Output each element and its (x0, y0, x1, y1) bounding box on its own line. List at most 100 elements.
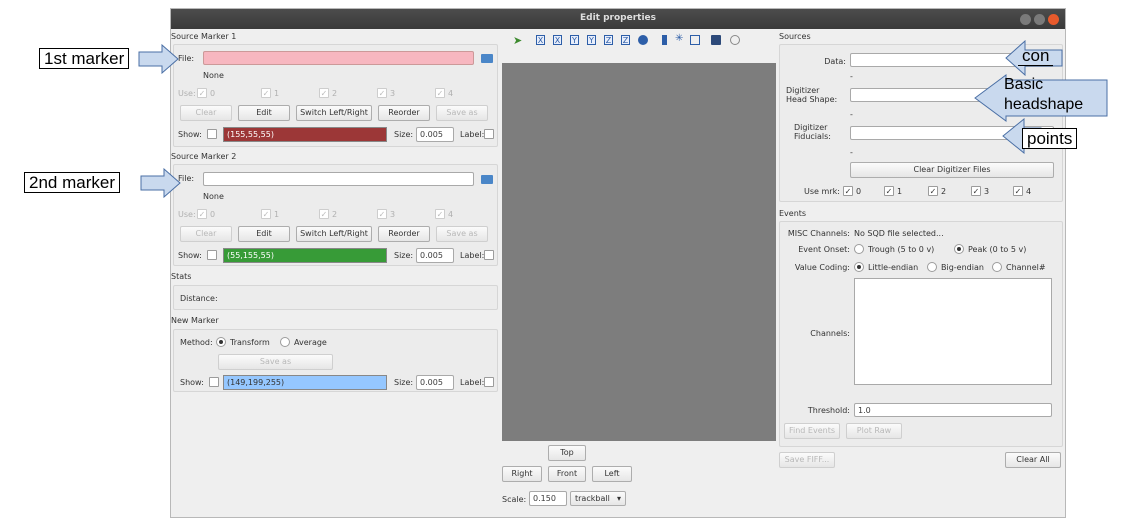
use-mrk-1-checkbox[interactable]: ✓ (884, 186, 894, 196)
marker-1-file-input[interactable] (203, 51, 474, 65)
trough-radio[interactable] (854, 244, 864, 254)
use-mrk-2-label: 2 (941, 187, 947, 196)
scale-label: Scale: (502, 495, 527, 504)
channels-textarea[interactable] (854, 278, 1052, 385)
use-mrk-0-checkbox[interactable]: ✓ (843, 186, 853, 196)
full-screen-icon[interactable] (690, 35, 700, 45)
use-0-label: 0 (210, 89, 216, 98)
new-marker-size-input[interactable]: 0.005 (416, 375, 454, 390)
annotation-con: con (1018, 46, 1054, 66)
misc-channels-value: No SQD file selected... (854, 229, 944, 238)
arrow-first-marker (138, 44, 179, 74)
use-0-checkbox[interactable]: ✓ (197, 209, 207, 219)
big-endian-radio[interactable] (927, 262, 937, 272)
z-plus-view-icon[interactable]: Z (604, 35, 613, 45)
marker-2-reorder-button[interactable]: Reorder (378, 226, 430, 242)
clear-all-button[interactable]: Clear All (1005, 452, 1061, 468)
marker-2-save-as-button[interactable]: Save as (436, 226, 488, 242)
new-marker-save-as-button[interactable]: Save as (218, 354, 333, 370)
use-1-checkbox[interactable]: ✓ (261, 88, 271, 98)
plot-raw-button[interactable]: Plot Raw (846, 423, 902, 439)
minimize-button[interactable] (1020, 14, 1031, 25)
marker-1-edit-button[interactable]: Edit (238, 105, 290, 121)
transform-radio[interactable] (216, 337, 226, 347)
marker-1-save-as-button[interactable]: Save as (436, 105, 488, 121)
interaction-mode-select[interactable]: trackball ▾ (570, 491, 626, 506)
use-mrk-2-checkbox[interactable]: ✓ (928, 186, 938, 196)
head-shape-label-2: Head Shape: (786, 95, 838, 104)
label-label: Label: (460, 378, 485, 387)
z-minus-view-icon[interactable]: Z (621, 35, 630, 45)
marker-1-clear-button[interactable]: Clear (180, 105, 232, 121)
marker-2-color-button[interactable]: (55,155,55) (223, 248, 387, 263)
use-2-checkbox[interactable]: ✓ (319, 209, 329, 219)
use-mrk-1-label: 1 (897, 187, 903, 196)
new-marker-label-checkbox[interactable] (484, 377, 494, 387)
configure-icon[interactable] (730, 35, 740, 45)
average-label: Average (294, 338, 327, 347)
use-mrk-4-checkbox[interactable]: ✓ (1013, 186, 1023, 196)
use-mrk-3-checkbox[interactable]: ✓ (971, 186, 981, 196)
marker-2-size-input[interactable]: 0.005 (416, 248, 454, 263)
new-marker-group: Method: Transform Average Save as Show: … (173, 329, 498, 392)
average-radio[interactable] (280, 337, 290, 347)
right-view-button[interactable]: Right (502, 466, 542, 482)
use-1-checkbox[interactable]: ✓ (261, 209, 271, 219)
isometric-view-icon[interactable] (638, 35, 648, 45)
marker-1-reorder-button[interactable]: Reorder (378, 105, 430, 121)
screenshot: Edit properties Source Marker 1 File: No… (0, 0, 1124, 526)
head-shape-label-1: Digitizer (786, 86, 820, 95)
find-events-button[interactable]: Find Events (784, 423, 840, 439)
use-2-label: 2 (332, 210, 338, 219)
use-3-checkbox[interactable]: ✓ (377, 209, 387, 219)
marker-1-switch-button[interactable]: Switch Left/Right (296, 105, 372, 121)
3d-viewport[interactable] (502, 63, 776, 441)
marker-2-switch-button[interactable]: Switch Left/Right (296, 226, 372, 242)
marker-2-clear-button[interactable]: Clear (180, 226, 232, 242)
pointer-icon[interactable]: ➤ (513, 34, 522, 47)
save-icon[interactable] (711, 35, 721, 45)
marker-1-size-input[interactable]: 0.005 (416, 127, 454, 142)
marker-1-color-button[interactable]: (155,55,55) (223, 127, 387, 142)
source-marker-1-group: File: None Use: ✓ 0 ✓ 1 ✓ 2 ✓ 3 ✓ 4 Clea… (173, 44, 498, 147)
x-plus-view-icon[interactable]: X (536, 35, 545, 45)
top-view-button[interactable]: Top (548, 445, 586, 461)
little-endian-radio[interactable] (854, 262, 864, 272)
folder-icon[interactable] (481, 54, 493, 63)
close-button[interactable] (1048, 14, 1059, 25)
maximize-button[interactable] (1034, 14, 1045, 25)
channel-radio[interactable] (992, 262, 1002, 272)
marker-1-label-checkbox[interactable] (484, 129, 494, 139)
use-2-checkbox[interactable]: ✓ (319, 88, 329, 98)
peak-radio[interactable] (954, 244, 964, 254)
fiducials-label-2: Fiducials: (794, 132, 831, 141)
marker-2-file-input[interactable] (203, 172, 474, 186)
use-4-checkbox[interactable]: ✓ (435, 209, 445, 219)
new-marker-color-button[interactable]: (149,199,255) (223, 375, 387, 390)
save-fiff-button[interactable]: Save FIFF... (779, 452, 835, 468)
y-minus-view-icon[interactable]: Y (587, 35, 596, 45)
marker-1-show-checkbox[interactable] (207, 129, 217, 139)
marker-2-edit-button[interactable]: Edit (238, 226, 290, 242)
axes-icon[interactable]: ✳ (675, 33, 683, 44)
x-minus-view-icon[interactable]: X (553, 35, 562, 45)
use-3-checkbox[interactable]: ✓ (377, 88, 387, 98)
size-label: Size: (394, 130, 414, 139)
legend-icon[interactable] (662, 35, 667, 45)
new-marker-show-checkbox[interactable] (209, 377, 219, 387)
edit-properties-window: Edit properties Source Marker 1 File: No… (170, 8, 1066, 518)
scale-input[interactable]: 0.150 (529, 491, 567, 506)
left-view-button[interactable]: Left (592, 466, 632, 482)
threshold-input[interactable]: 1.0 (854, 403, 1052, 417)
use-4-checkbox[interactable]: ✓ (435, 88, 445, 98)
use-3-label: 3 (390, 210, 396, 219)
clear-digitizer-button[interactable]: Clear Digitizer Files (850, 162, 1054, 178)
use-2-label: 2 (332, 89, 338, 98)
y-plus-view-icon[interactable]: Y (570, 35, 579, 45)
marker-2-show-checkbox[interactable] (207, 250, 217, 260)
use-0-checkbox[interactable]: ✓ (197, 88, 207, 98)
marker-2-label-checkbox[interactable] (484, 250, 494, 260)
use-label: Use: (178, 210, 196, 219)
folder-icon[interactable] (481, 175, 493, 184)
front-view-button[interactable]: Front (548, 466, 586, 482)
